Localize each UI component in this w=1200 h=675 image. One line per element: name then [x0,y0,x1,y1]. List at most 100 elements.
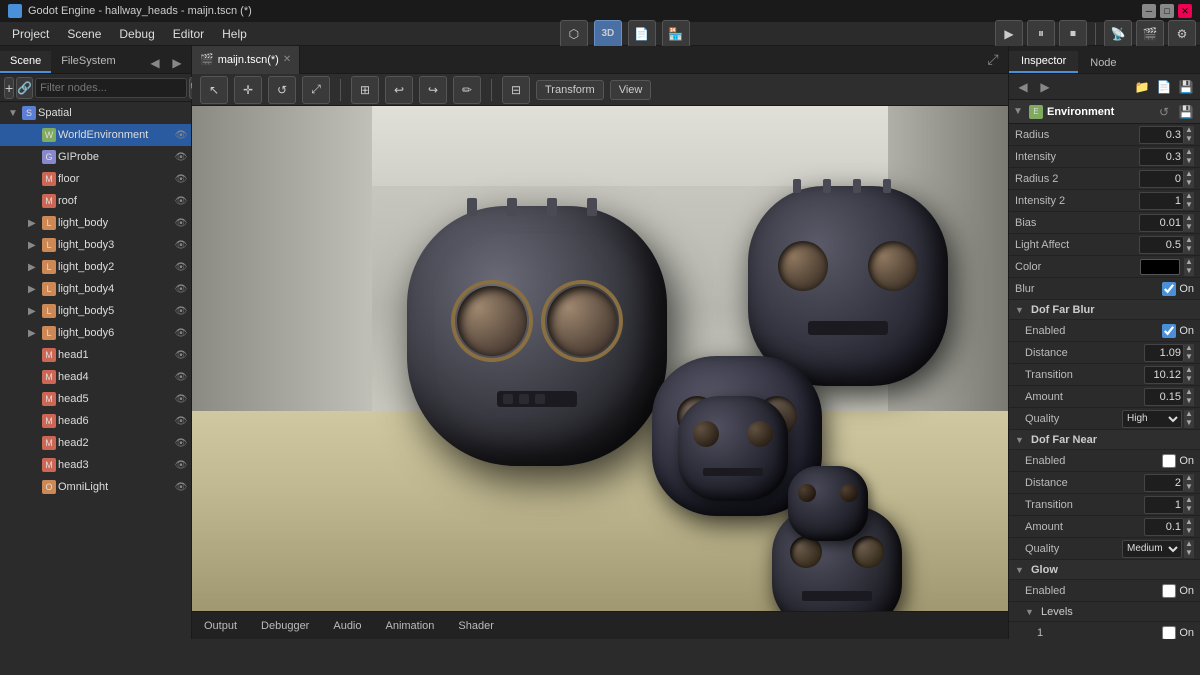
settings-button[interactable]: ⚙ [1168,20,1196,48]
radius2-input[interactable]: 0 [1139,170,1184,188]
glow-enabled-checkbox[interactable] [1162,584,1176,598]
tree-item-head4[interactable]: M head4 👁 [0,366,191,388]
scene-search-input[interactable] [35,78,187,98]
dof-far-transition-input[interactable]: 10.12 [1144,366,1184,384]
tree-item-head1[interactable]: M head1 👁 [0,344,191,366]
dof-far-qual-down[interactable]: ▼ [1184,419,1194,428]
inspector-tab-node[interactable]: Node [1078,53,1128,73]
debugger-tab[interactable]: Debugger [257,618,313,634]
menu-help[interactable]: Help [214,25,255,43]
tree-item-light-body3[interactable]: ▶ L light_body3 👁 [0,234,191,256]
toolbar-assetlib-button[interactable]: 🏪 [662,20,690,48]
dof-far-amount-down[interactable]: ▼ [1184,397,1194,406]
visibility-eye-head6[interactable]: 👁 [173,413,189,429]
movie-button[interactable]: 🎬 [1136,20,1164,48]
group-button[interactable]: ⊟ [502,76,530,104]
visibility-eye-floor[interactable]: 👁 [173,171,189,187]
maximize-button[interactable]: □ [1160,4,1174,18]
tab-close-button[interactable]: ✕ [283,54,291,65]
intensity-spinbox-container[interactable]: 0.3 ▲ ▼ [1139,148,1194,166]
dof-near-amount-down[interactable]: ▼ [1184,527,1194,536]
move-tool-button[interactable]: ✛ [234,76,262,104]
radius-down[interactable]: ▼ [1184,135,1194,144]
tree-item-head6[interactable]: M head6 👁 [0,410,191,432]
inspector-forward-button[interactable]: ▶ [1035,77,1055,97]
dof-far-transition-container[interactable]: 10.12 ▲ ▼ [1144,366,1194,384]
tree-item-light-body6[interactable]: ▶ L light_body6 👁 [0,322,191,344]
visibility-eye-gi[interactable]: 👁 [173,149,189,165]
tree-item-light-body5[interactable]: ▶ L light_body5 👁 [0,300,191,322]
select-tool-button[interactable]: ↖ [200,76,228,104]
menu-project[interactable]: Project [4,25,57,43]
redo-button[interactable]: ↪ [419,76,447,104]
play-button[interactable]: ▶ [995,20,1023,48]
lightaffect-down[interactable]: ▼ [1184,245,1194,254]
close-button[interactable]: ✕ [1178,4,1192,18]
dof-near-amount-input[interactable]: 0.1 [1144,518,1184,536]
minimize-button[interactable]: ─ [1142,4,1156,18]
instance-node-button[interactable]: 🔗 [16,77,33,99]
blur-checkbox[interactable] [1162,282,1176,296]
dof-near-quality-dropdown[interactable]: MediumHighLow [1122,540,1182,558]
menu-editor[interactable]: Editor [165,25,212,43]
radius2-spinbox-container[interactable]: 0 ▲ ▼ [1139,170,1194,188]
add-node-button[interactable]: + [4,77,14,99]
dof-far-amount-container[interactable]: 0.15 ▲ ▼ [1144,388,1194,406]
inspector-file-button[interactable]: 📄 [1154,77,1174,97]
tree-item-head3[interactable]: M head3 👁 [0,454,191,476]
tree-item-light-body4[interactable]: ▶ L light_body4 👁 [0,278,191,300]
inspector-back-button[interactable]: ◀ [1013,77,1033,97]
dof-near-distance-container[interactable]: 2 ▲ ▼ [1144,474,1194,492]
visibility-eye-lightbody2[interactable]: 👁 [173,259,189,275]
dof-far-enabled-checkbox[interactable] [1162,324,1176,338]
tree-item-head5[interactable]: M head5 👁 [0,388,191,410]
inspector-folder-button[interactable]: 📁 [1132,77,1152,97]
dof-near-dist-down[interactable]: ▼ [1184,483,1194,492]
bias-spinbox-container[interactable]: 0.01 ▲ ▼ [1139,214,1194,232]
visibility-eye-head2[interactable]: 👁 [173,435,189,451]
filesystem-tab[interactable]: FileSystem [51,51,125,73]
pause-button[interactable]: ⏸ [1027,20,1055,48]
glow-section[interactable]: ▼ Glow [1009,560,1200,580]
visibility-eye-head3[interactable]: 👁 [173,457,189,473]
snap-button[interactable]: ⊞ [351,76,379,104]
bias-down[interactable]: ▼ [1184,223,1194,232]
remote-button[interactable]: 📡 [1104,20,1132,48]
visibility-eye-head4[interactable]: 👁 [173,369,189,385]
shader-tab[interactable]: Shader [454,618,497,634]
tree-item-floor[interactable]: M floor 👁 [0,168,191,190]
radius-input[interactable]: 0.3 [1139,126,1184,144]
dof-far-distance-container[interactable]: 1.09 ▲ ▼ [1144,344,1194,362]
stop-button[interactable]: ⏹ [1059,20,1087,48]
viewport-fullscreen-button[interactable]: ⤢ [982,49,1004,71]
toolbar-2d-button[interactable]: ⬡ [560,20,588,48]
dof-far-trans-down[interactable]: ▼ [1184,375,1194,384]
dof-near-enabled-checkbox[interactable] [1162,454,1176,468]
env-save-button[interactable]: 💾 [1176,102,1196,122]
dof-near-amount-container[interactable]: 0.1 ▲ ▼ [1144,518,1194,536]
color-picker[interactable] [1140,259,1180,275]
titlebar-controls[interactable]: ─ □ ✕ [1142,4,1192,18]
output-tab[interactable]: Output [200,618,241,634]
visibility-eye-head1[interactable]: 👁 [173,347,189,363]
undo-button[interactable]: ↩ [385,76,413,104]
paint-button[interactable]: ✏ [453,76,481,104]
intensity2-down[interactable]: ▼ [1184,201,1194,210]
environment-section[interactable]: ▼ E Environment ↺ 💾 [1009,100,1200,124]
visibility-eye-lightbody3[interactable]: 👁 [173,237,189,253]
env-refresh-button[interactable]: ↺ [1154,102,1174,122]
tree-item-roof[interactable]: M roof 👁 [0,190,191,212]
visibility-eye-worldenv[interactable]: 👁 [173,127,189,143]
dof-near-section[interactable]: ▼ Dof Far Near [1009,430,1200,450]
tree-item-light-body[interactable]: ▶ L light_body 👁 [0,212,191,234]
visibility-eye-lightbody5[interactable]: 👁 [173,303,189,319]
dof-far-blur-section[interactable]: ▼ Dof Far Blur [1009,300,1200,320]
animation-tab[interactable]: Animation [382,618,439,634]
dof-near-distance-input[interactable]: 2 [1144,474,1184,492]
intensity2-spinbox-container[interactable]: 1 ▲ ▼ [1139,192,1194,210]
dof-near-transition-input[interactable]: 1 [1144,496,1184,514]
radius-spinbox-container[interactable]: 0.3 ▲ ▼ [1139,126,1194,144]
panel-left-btn[interactable]: ◀ [145,53,165,73]
audio-tab[interactable]: Audio [329,618,365,634]
tree-item-giprobe[interactable]: G GIProbe 👁 [0,146,191,168]
